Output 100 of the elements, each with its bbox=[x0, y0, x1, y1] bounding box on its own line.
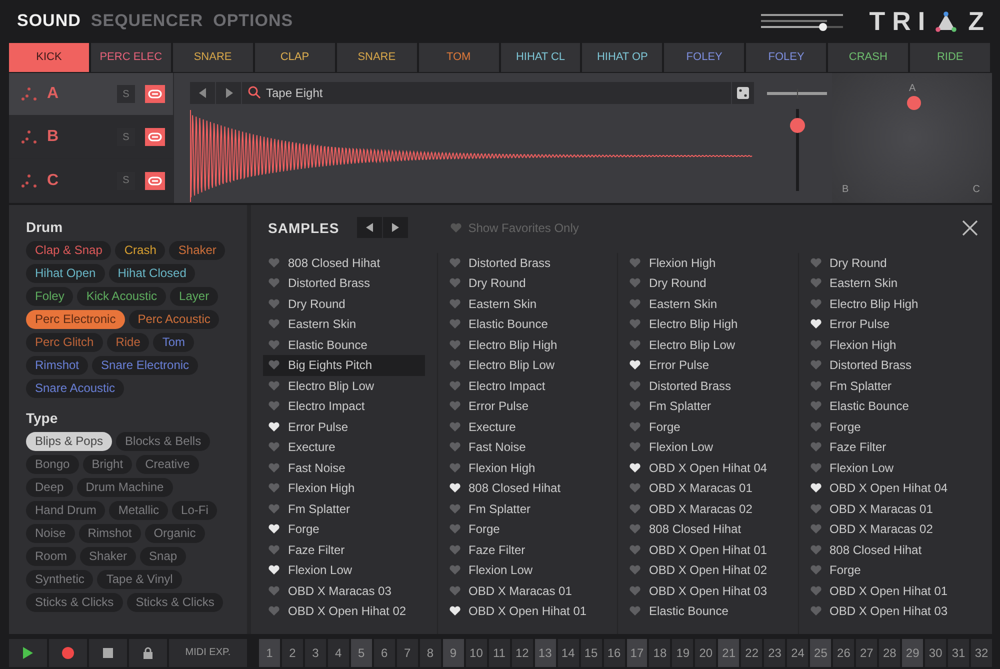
tag-chip[interactable]: Hihat Open bbox=[26, 264, 105, 283]
search-field[interactable]: Tape Eight bbox=[242, 82, 731, 104]
sample-item[interactable]: Electro Blip High bbox=[804, 294, 966, 314]
step-button[interactable]: 21 bbox=[718, 638, 740, 667]
tag-chip[interactable]: Hand Drum bbox=[26, 500, 106, 520]
step-button[interactable]: 27 bbox=[856, 638, 878, 667]
layer-row[interactable]: A S bbox=[9, 72, 174, 116]
tag-chip[interactable]: Layer bbox=[170, 286, 218, 306]
heart-icon[interactable] bbox=[448, 605, 460, 618]
sample-item[interactable]: Flexion High bbox=[263, 478, 424, 499]
step-button[interactable]: 5 bbox=[350, 638, 372, 667]
tag-chip[interactable]: Snare Electronic bbox=[92, 356, 198, 375]
sample-item[interactable]: Elastic Bounce bbox=[263, 334, 424, 356]
lock-button[interactable] bbox=[129, 638, 167, 667]
sample-item[interactable]: Dry Round bbox=[444, 273, 605, 294]
sample-item[interactable]: Forge bbox=[804, 416, 966, 438]
sample-item[interactable]: Eastern Skin bbox=[444, 294, 605, 314]
step-button[interactable]: 28 bbox=[879, 638, 900, 667]
tag-chip[interactable]: Perc Acoustic bbox=[128, 310, 220, 329]
sample-item[interactable]: Dry Round bbox=[263, 294, 424, 314]
tag-chip[interactable]: Foley bbox=[26, 286, 74, 306]
sample-item[interactable]: OBD X Maracas 02 bbox=[804, 519, 966, 540]
step-button[interactable]: 24 bbox=[787, 638, 808, 667]
tag-chip[interactable]: Room bbox=[26, 546, 76, 566]
solo-button[interactable]: S bbox=[117, 85, 135, 104]
tag-chip[interactable]: Shaker bbox=[169, 240, 226, 260]
step-button[interactable]: 3 bbox=[304, 638, 326, 667]
step-button[interactable]: 7 bbox=[396, 638, 418, 667]
step-button[interactable]: 10 bbox=[466, 638, 487, 667]
sample-item[interactable]: Faze Filter bbox=[263, 540, 424, 560]
tag-chip[interactable]: Synthetic bbox=[26, 570, 94, 589]
xy-pad[interactable]: A B C bbox=[832, 72, 992, 203]
tag-chip[interactable]: Drum Machine bbox=[76, 478, 173, 497]
sample-item[interactable]: Distorted Brass bbox=[444, 252, 605, 274]
sample-item[interactable]: OBD X Open Hihat 03 bbox=[804, 601, 966, 622]
step-button[interactable]: 15 bbox=[580, 638, 602, 667]
heart-icon[interactable] bbox=[810, 318, 822, 330]
sample-item[interactable]: OBD X Open Hihat 03 bbox=[624, 580, 786, 602]
sample-item[interactable]: Faze Filter bbox=[804, 437, 966, 458]
instrument-tab[interactable]: RIDE bbox=[910, 42, 990, 72]
step-button[interactable]: 12 bbox=[512, 638, 533, 667]
step-button[interactable]: 26 bbox=[833, 638, 854, 667]
sample-item[interactable]: Eastern Skin bbox=[624, 294, 786, 314]
sample-item[interactable]: Flexion Low bbox=[624, 437, 786, 458]
sample-item[interactable]: Electro Blip Low bbox=[624, 334, 786, 356]
link-button[interactable] bbox=[145, 172, 165, 190]
tag-chip[interactable]: Metallic bbox=[109, 500, 168, 520]
tag-chip[interactable]: Shaker bbox=[80, 546, 136, 566]
tag-chip[interactable]: Perc Electronic bbox=[26, 310, 125, 329]
sample-item[interactable]: Forge bbox=[804, 560, 966, 581]
sample-item[interactable]: Electro Impact bbox=[444, 376, 605, 396]
heart-icon[interactable] bbox=[268, 420, 280, 433]
sample-item[interactable]: Fm Splatter bbox=[624, 396, 786, 417]
instrument-tab[interactable]: HIHAT CL bbox=[500, 42, 580, 72]
sample-item[interactable]: Elastic Bounce bbox=[804, 396, 966, 417]
sample-item[interactable]: Fm Splatter bbox=[263, 498, 424, 520]
tag-chip[interactable]: Perc Glitch bbox=[26, 332, 103, 352]
tag-chip[interactable]: Blips & Pops bbox=[26, 432, 112, 451]
nav-tab[interactable]: SOUND bbox=[17, 11, 81, 32]
sample-item[interactable]: Flexion High bbox=[444, 458, 605, 478]
step-button[interactable]: 11 bbox=[488, 638, 510, 667]
tag-chip[interactable]: Organic bbox=[144, 524, 205, 543]
master-volume-slider[interactable] bbox=[761, 14, 844, 28]
link-button[interactable] bbox=[145, 85, 165, 104]
heart-icon[interactable] bbox=[810, 482, 822, 494]
tag-chip[interactable]: Tape & Vinyl bbox=[97, 570, 182, 589]
sample-item[interactable]: Forge bbox=[263, 519, 424, 540]
sample-item[interactable]: 808 Closed Hihat bbox=[624, 519, 786, 540]
tag-chip[interactable]: Clap & Snap bbox=[26, 240, 112, 260]
sample-item[interactable]: Flexion High bbox=[804, 334, 966, 356]
next-button[interactable] bbox=[216, 82, 241, 104]
step-button[interactable]: 1 bbox=[259, 638, 280, 667]
tag-chip[interactable]: Ride bbox=[106, 332, 150, 352]
sample-item[interactable]: 808 Closed Hihat bbox=[804, 540, 966, 560]
sample-item[interactable]: Error Pulse bbox=[624, 355, 786, 376]
sample-item[interactable]: Fast Noise bbox=[444, 437, 605, 458]
step-button[interactable]: 18 bbox=[649, 638, 670, 667]
instrument-tab[interactable]: HIHAT OP bbox=[582, 42, 662, 72]
tag-chip[interactable]: Sticks & Clicks bbox=[126, 592, 224, 612]
sample-item[interactable]: Execture bbox=[444, 416, 605, 438]
tag-chip[interactable]: Crash bbox=[115, 240, 166, 260]
tag-chip[interactable]: Sticks & Clicks bbox=[26, 592, 123, 612]
midi-export-button[interactable]: MIDI EXP. bbox=[169, 638, 247, 667]
sample-item[interactable]: Execture bbox=[263, 437, 424, 458]
sample-item[interactable]: Error Pulse bbox=[804, 314, 966, 335]
sample-item[interactable]: Fast Noise bbox=[263, 458, 424, 478]
sample-item[interactable]: OBD X Open Hihat 01 bbox=[624, 540, 786, 560]
step-button[interactable]: 9 bbox=[442, 638, 464, 667]
xy-handle[interactable] bbox=[907, 96, 921, 110]
step-button[interactable]: 13 bbox=[534, 638, 556, 667]
tag-chip[interactable]: Lo-Fi bbox=[172, 500, 218, 520]
tag-chip[interactable]: Snare Acoustic bbox=[26, 378, 124, 398]
sample-item[interactable]: Fm Splatter bbox=[804, 376, 966, 396]
sample-item[interactable]: Big Eights Pitch bbox=[263, 355, 424, 376]
tag-chip[interactable]: Tom bbox=[153, 332, 194, 352]
heart-icon[interactable] bbox=[268, 523, 280, 536]
instrument-tab[interactable]: CLAP bbox=[254, 42, 335, 72]
dice-button[interactable] bbox=[732, 82, 754, 104]
step-button[interactable]: 6 bbox=[374, 638, 395, 667]
sample-item[interactable]: Forge bbox=[624, 416, 786, 438]
